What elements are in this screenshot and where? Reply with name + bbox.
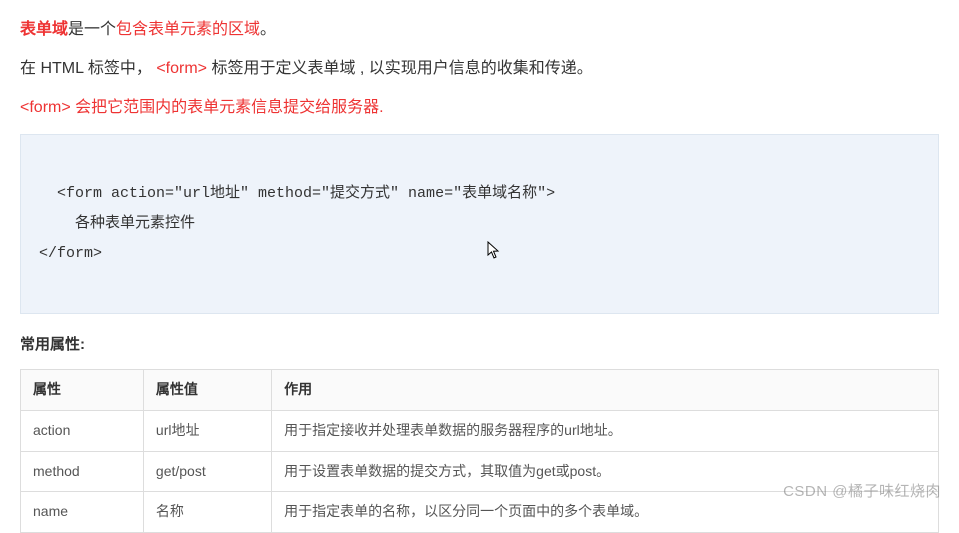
table-header-cell: 属性 [21, 370, 144, 411]
text: 标签用于定义表单域 , 以实现用户信息的收集和传递。 [207, 60, 593, 77]
cursor-icon [451, 211, 465, 229]
table-cell-desc: 用于指定接收并处理表单数据的服务器程序的url地址。 [272, 410, 939, 451]
table-row: action url地址 用于指定接收并处理表单数据的服务器程序的url地址。 [21, 410, 939, 451]
text: 。 [260, 21, 276, 38]
table-header-cell: 属性值 [143, 370, 271, 411]
code-content: <form action="url地址" method="提交方式" name=… [39, 185, 555, 262]
table-cell-attr: name [21, 492, 144, 533]
paragraph-3: <form> 会把它范围内的表单元素信息提交给服务器. [20, 94, 939, 121]
table-header-row: 属性 属性值 作用 [21, 370, 939, 411]
highlight-text: <form> 会把它范围内的表单元素信息提交给服务器. [20, 99, 384, 116]
highlight-text: 包含表单元素的区域 [116, 21, 260, 38]
table-cell-value: 名称 [143, 492, 271, 533]
paragraph-2: 在 HTML 标签中， <form> 标签用于定义表单域 , 以实现用户信息的收… [20, 55, 939, 82]
code-block: <form action="url地址" method="提交方式" name=… [20, 134, 939, 314]
text: 在 HTML 标签中， [20, 60, 156, 77]
highlight-term: 表单域 [20, 21, 68, 38]
inline-code: <form> [156, 60, 207, 77]
table-cell-value: get/post [143, 451, 271, 492]
attributes-table: 属性 属性值 作用 action url地址 用于指定接收并处理表单数据的服务器… [20, 369, 939, 533]
table-cell-attr: method [21, 451, 144, 492]
table-cell-value: url地址 [143, 410, 271, 451]
table-cell-attr: action [21, 410, 144, 451]
watermark: CSDN @橘子味红烧肉 [783, 479, 941, 505]
text: 是一个 [68, 21, 116, 38]
table-header-cell: 作用 [272, 370, 939, 411]
paragraph-1: 表单域是一个包含表单元素的区域。 [20, 16, 939, 43]
section-heading: 常用属性: [20, 332, 939, 358]
